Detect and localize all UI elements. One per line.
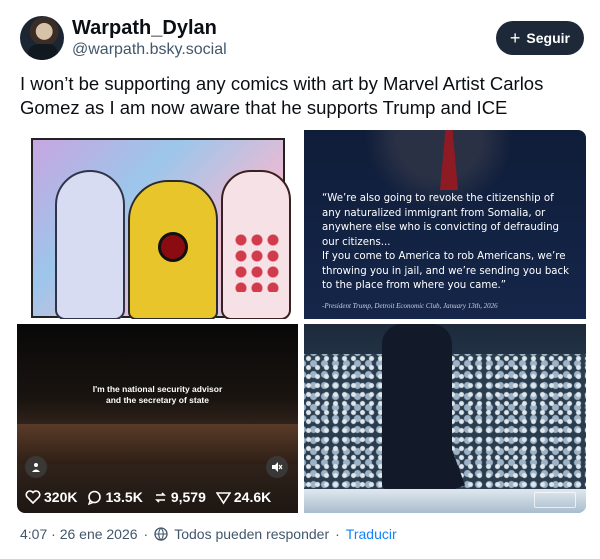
avatar[interactable]: [20, 16, 64, 60]
quote-attribution: -President Trump, Detroit Economic Club,…: [322, 302, 498, 310]
follow-button[interactable]: + Seguir: [495, 21, 584, 55]
globe-icon: [154, 527, 168, 541]
mute-icon[interactable]: [266, 456, 288, 478]
views-stat[interactable]: 24.6K: [215, 489, 272, 505]
plus-icon: +: [509, 28, 521, 48]
video-caption-line-1: I'm the national security advisor: [92, 384, 223, 394]
likes-stat[interactable]: 320K: [25, 489, 77, 505]
translate-link[interactable]: Traducir: [346, 526, 397, 542]
post-footer: 4:07 · 26 ene 2026 · Todos pueden respon…: [20, 524, 397, 544]
watermark-seal: [534, 492, 576, 508]
timestamp[interactable]: 4:07 · 26 ene 2026: [20, 526, 138, 542]
replies-stat[interactable]: 13.5K: [87, 489, 143, 505]
snow-photo[interactable]: [304, 324, 586, 513]
separator: ·: [143, 526, 149, 542]
repost-icon: [154, 491, 166, 503]
handle[interactable]: @warpath.bsky.social: [72, 41, 227, 59]
reply-icon: [88, 490, 102, 505]
quote-paragraph-1: “We’re also going to revoke the citizens…: [322, 193, 560, 248]
separator-2: ·: [335, 526, 340, 542]
reposts-stat[interactable]: 9,579: [153, 489, 206, 505]
post-header: Warpath_Dylan @warpath.bsky.social + Seg…: [20, 16, 586, 64]
image-grid: “We’re also going to revoke the citizens…: [17, 130, 586, 513]
reposts-count: 9,579: [170, 489, 206, 505]
quote-paragraph-2: If you come to America to rob Americans,…: [322, 251, 570, 291]
post-text: I won’t be supporting any comics with ar…: [20, 73, 544, 118]
comic-image[interactable]: [17, 130, 298, 319]
person-icon[interactable]: [25, 456, 47, 478]
likes-count: 320K: [44, 489, 78, 505]
video-player[interactable]: I'm the national security advisor and th…: [17, 324, 298, 513]
heart-icon: [25, 490, 41, 504]
engagement-stats: 320K 13.5K 9,579 24.6K: [25, 486, 271, 508]
views-count: 24.6K: [233, 489, 272, 505]
video-caption-line-2: and the secretary of state: [106, 395, 209, 405]
video-caption: I'm the national security advisor and th…: [17, 384, 298, 406]
display-name[interactable]: Warpath_Dylan: [72, 17, 217, 40]
quote-image[interactable]: “We’re also going to revoke the citizens…: [304, 130, 586, 319]
follow-button-label: Seguir: [526, 30, 570, 46]
replies-count: 13.5K: [105, 489, 143, 505]
reply-setting: Todos pueden responder: [174, 526, 330, 542]
views-icon: [215, 491, 231, 504]
